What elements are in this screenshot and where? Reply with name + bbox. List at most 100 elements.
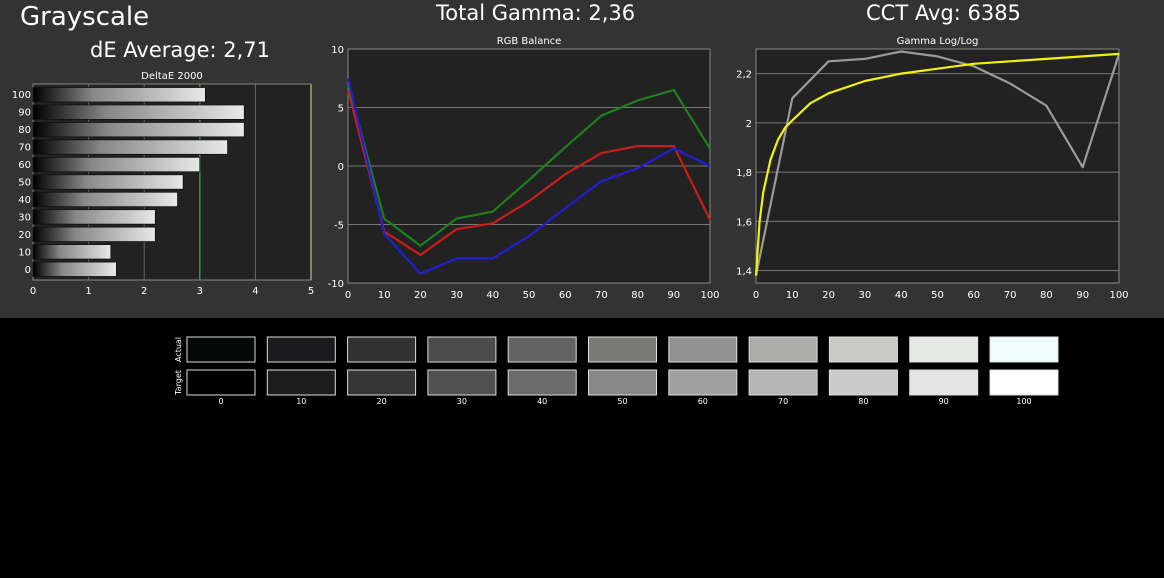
report-panel: Grayscale Total Gamma: 2,36 CCT Avg: 638… xyxy=(0,0,1164,318)
x-tick-label: 20 xyxy=(822,290,835,301)
y-tick-label: 100 xyxy=(12,90,31,101)
plot-area xyxy=(756,49,1119,283)
swatch-label: 50 xyxy=(617,397,627,406)
actual-swatch xyxy=(186,336,256,363)
actual-swatch xyxy=(748,336,818,363)
row-label: Target xyxy=(174,370,183,396)
bar xyxy=(32,209,156,225)
target-swatch xyxy=(186,369,256,396)
swatch-grid: Actual Target 0 10 20 30 40 50 60 70 80 90 100 xyxy=(170,332,1066,410)
target-swatch xyxy=(507,369,577,396)
target-swatch xyxy=(427,369,497,396)
chart-title: DeltaE 2000 xyxy=(141,71,203,82)
y-tick-label: 70 xyxy=(18,143,31,154)
chart-title: Gamma Log/Log xyxy=(897,36,979,47)
y-tick-label: 2,2 xyxy=(736,70,752,81)
actual-swatch xyxy=(347,336,417,363)
target-swatch xyxy=(748,369,818,396)
chart-title: RGB Balance xyxy=(497,36,562,47)
y-tick-label: 20 xyxy=(18,230,31,241)
swatch-label: 20 xyxy=(377,397,387,406)
bar xyxy=(32,226,156,242)
page-title: Grayscale xyxy=(20,2,150,32)
x-tick-label: 30 xyxy=(859,290,872,301)
y-tick-label: 5 xyxy=(338,104,344,115)
x-tick-label: 50 xyxy=(931,290,944,301)
y-tick-label: 30 xyxy=(18,212,31,223)
y-tick-label: -10 xyxy=(328,279,344,290)
bar xyxy=(32,104,245,120)
y-tick-label: 90 xyxy=(18,108,31,119)
x-tick-label: 0 xyxy=(345,290,351,301)
x-tick-label: 60 xyxy=(559,290,572,301)
actual-swatch xyxy=(507,336,577,363)
x-tick-label: 3 xyxy=(197,286,203,297)
de-average-label: dE Average: 2,71 xyxy=(90,38,271,62)
y-tick-label: 1,6 xyxy=(736,217,752,228)
target-swatch xyxy=(909,369,979,396)
x-tick-label: 80 xyxy=(631,290,644,301)
y-tick-label: 40 xyxy=(18,195,31,206)
x-tick-label: 70 xyxy=(1004,290,1017,301)
x-tick-label: 2 xyxy=(141,286,147,297)
x-tick-label: 10 xyxy=(786,290,799,301)
swatch-label: 80 xyxy=(858,397,868,406)
deltae-chart: DeltaE 20000 1 2 3 4 51009080706050403020100 xyxy=(12,71,314,297)
bar xyxy=(32,261,117,277)
rgb-balance-chart: RGB Balance1050-5-100 10 20 30 40 50 60 70 80 90 1… xyxy=(328,36,720,301)
x-tick-label: 80 xyxy=(1040,290,1053,301)
x-tick-label: 90 xyxy=(1076,290,1089,301)
bar xyxy=(32,174,184,190)
target-swatch xyxy=(989,369,1059,396)
target-swatch xyxy=(347,369,417,396)
swatch-label: 0 xyxy=(218,397,223,406)
bar xyxy=(32,87,206,103)
bar xyxy=(32,139,229,155)
swatch-label: 30 xyxy=(457,397,467,406)
cct-avg-label: CCT Avg: 6385 xyxy=(866,1,1021,25)
y-tick-label: 10 xyxy=(18,247,31,258)
x-tick-label: 30 xyxy=(450,290,463,301)
y-tick-label: 80 xyxy=(18,125,31,136)
target-swatch xyxy=(266,369,336,396)
x-tick-label: 100 xyxy=(1109,290,1128,301)
y-tick-label: 0 xyxy=(25,265,31,276)
actual-swatch xyxy=(909,336,979,363)
x-tick-label: 0 xyxy=(753,290,759,301)
swatch-area: Actual Target 0 10 20 30 40 50 60 70 80 90 100 xyxy=(0,318,1164,578)
y-tick-label: 10 xyxy=(331,45,344,56)
actual-swatch xyxy=(989,336,1059,363)
x-tick-label: 1 xyxy=(85,286,91,297)
swatch-label: 10 xyxy=(296,397,306,406)
y-tick-label: 50 xyxy=(18,178,31,189)
y-tick-label: 1,8 xyxy=(736,168,752,179)
target-swatch xyxy=(668,369,738,396)
gamma-chart: Gamma Log/Log 2,2 2 1,8 1,6 1,4 0 10 20 30 40 50 60 7… xyxy=(736,36,1128,301)
bar xyxy=(32,122,245,138)
x-tick-label: 100 xyxy=(700,290,719,301)
swatch-label: 60 xyxy=(698,397,708,406)
swatch-label: 40 xyxy=(537,397,547,406)
bar xyxy=(32,156,201,173)
actual-swatch xyxy=(266,336,336,363)
y-tick-label: 2 xyxy=(746,119,752,130)
y-tick-label: -5 xyxy=(334,221,344,232)
bar xyxy=(32,244,112,260)
actual-swatch xyxy=(427,336,497,363)
y-tick-label: 0 xyxy=(338,162,344,173)
actual-swatch xyxy=(668,336,738,363)
x-tick-label: 4 xyxy=(252,286,258,297)
x-tick-label: 50 xyxy=(523,290,536,301)
x-tick-label: 40 xyxy=(486,290,499,301)
x-tick-label: 5 xyxy=(308,286,314,297)
y-tick-label: 1,4 xyxy=(736,267,752,278)
swatch-label: 90 xyxy=(939,397,949,406)
bar xyxy=(32,191,178,208)
x-tick-label: 10 xyxy=(378,290,391,301)
y-tick-label: 60 xyxy=(18,160,31,171)
x-tick-label: 90 xyxy=(667,290,680,301)
swatch-label: 100 xyxy=(1016,397,1031,406)
target-swatch xyxy=(828,369,898,396)
x-tick-label: 70 xyxy=(595,290,608,301)
x-tick-label: 60 xyxy=(967,290,980,301)
